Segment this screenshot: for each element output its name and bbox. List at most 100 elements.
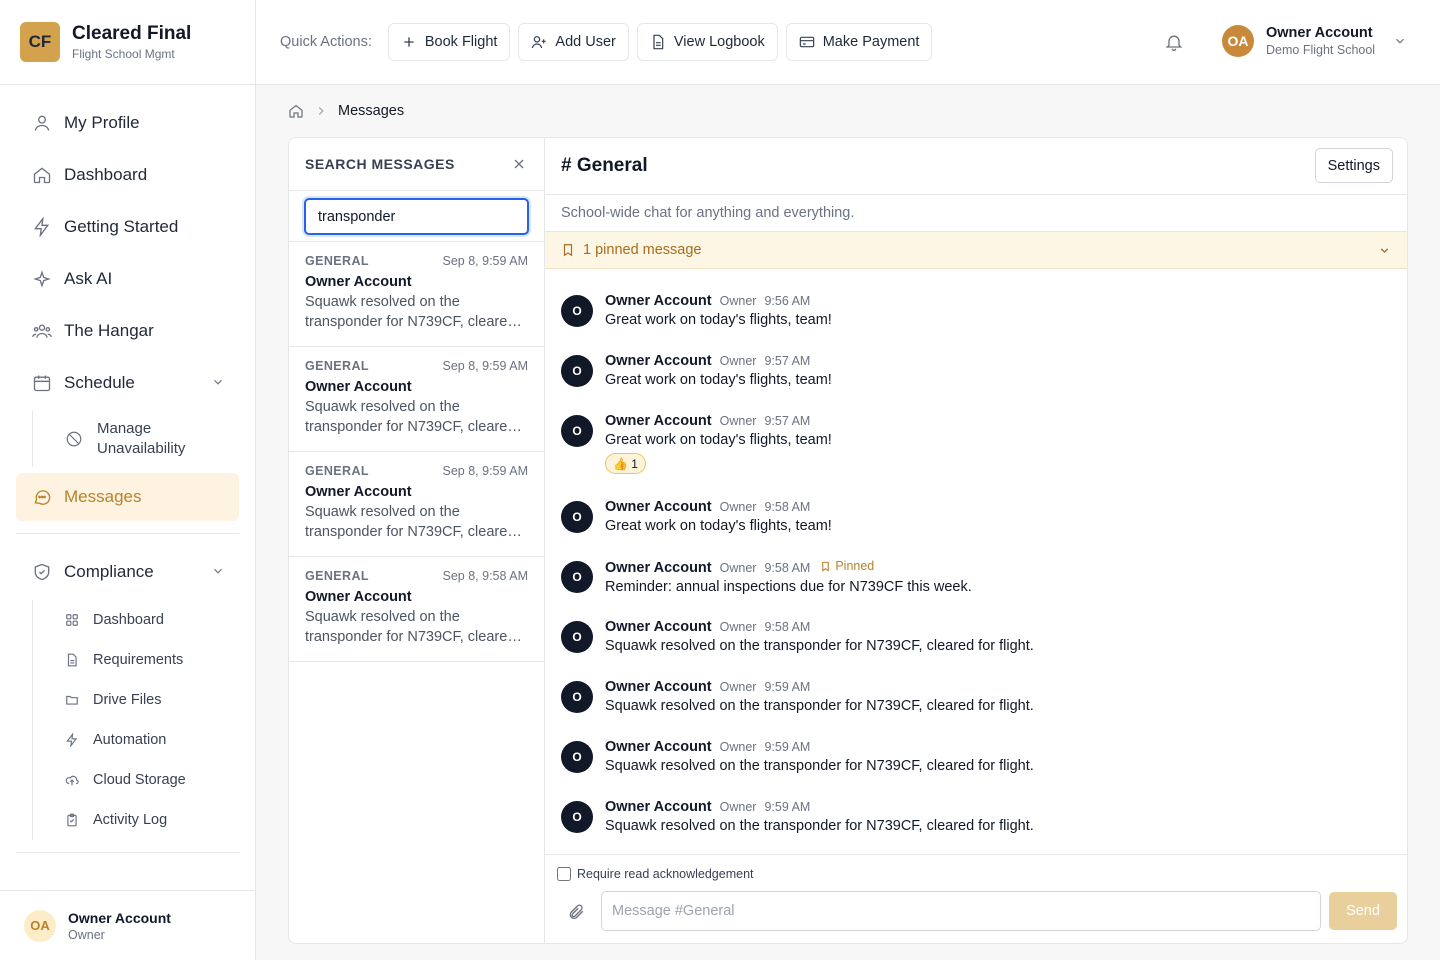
reaction-thumbs-up[interactable]: 👍 1 [605,453,646,474]
message-author: Owner Account [605,739,712,755]
send-button[interactable]: Send [1329,892,1397,930]
result-line: Squawk resolved on the [305,294,460,310]
users-icon [32,321,52,341]
avatar: O [561,501,593,533]
nav-item-dashboard[interactable]: Dashboard [16,151,239,199]
result-author: Owner Account [305,379,412,395]
clipboard-icon [65,813,79,827]
search-result[interactable]: GENERAL Sep 8, 9:59 AM Owner Account Squa… [289,452,544,557]
nav-divider [16,852,239,853]
avatar: O [561,415,593,447]
nav-item-drive-files[interactable]: Drive Files [49,680,239,720]
read-ack-checkbox[interactable] [557,867,571,881]
user-role: Owner [68,927,105,942]
chat-icon [32,487,52,507]
book-flight-button[interactable]: Book Flight [387,23,511,61]
button-label: View Logbook [673,34,765,50]
message-time: 9:58 AM [764,500,811,514]
button-label: Book Flight [424,34,498,50]
message: O Owner Account Owner 9:59 AM Squawk resol… [561,739,1034,774]
document-icon [65,653,79,667]
nav-label: Ask AI [64,269,113,288]
bolt-icon [65,733,79,747]
search-result[interactable]: GENERAL Sep 8, 9:59 AM Owner Account Squa… [289,242,544,347]
chevron-down-icon[interactable] [211,375,225,389]
ban-icon [65,430,83,448]
chevron-down-icon [1378,244,1391,257]
nav-item-requirements[interactable]: Requirements [49,640,239,680]
user-name: Owner Account [1266,25,1373,41]
avatar: O [561,621,593,653]
search-box [289,191,544,242]
sidebar-user[interactable]: OA Owner Account Owner [0,890,255,960]
nav-label: The Hangar [64,321,154,340]
nav-item-getting-started[interactable]: Getting Started [16,203,239,251]
result-time: Sep 8, 9:59 AM [442,464,528,478]
result-line: transponder for N739CF, cleared for flig… [305,629,529,645]
nav-item-ask-ai[interactable]: Ask AI [16,255,239,303]
message: O Owner Account Owner 9:57 AM Great work o… [561,353,832,388]
message-time: 9:58 AM [764,620,811,634]
nav-item-activity-log[interactable]: Activity Log [49,800,239,840]
message-time: 9:59 AM [764,740,811,754]
avatar: O [561,741,593,773]
message-role: Owner [719,800,757,814]
breadcrumb: Messages [288,101,404,121]
quick-actions-label: Quick Actions: [280,34,372,50]
bell-icon[interactable] [1164,32,1184,52]
shield-icon [32,562,52,582]
result-line: Squawk resolved on the [305,609,460,625]
nav-item-cloud-storage[interactable]: Cloud Storage [49,760,239,800]
result-text: Squawk resolved on the transponder for N7… [305,502,529,542]
pinned-messages-bar[interactable]: 1 pinned message [545,232,1407,269]
message-time: 9:57 AM [764,354,811,368]
add-user-button[interactable]: Add User [518,23,629,61]
nav-item-schedule[interactable]: Schedule [16,359,239,407]
chat-panel: # General Settings School-wide chat for … [545,138,1407,943]
search-panel: SEARCH MESSAGES GENERAL Sep 8, 9:59 AM Ow… [289,138,545,943]
result-channel: GENERAL [305,569,369,583]
home-icon[interactable] [288,103,304,119]
sidebar: CF Cleared Final Flight School Mgmt My P… [0,0,256,960]
message-role: Owner [719,414,757,428]
nav-label: My Profile [64,113,140,132]
message-list[interactable]: O Owner Account Owner 9:56 AM Great work o… [545,269,1407,856]
search-result[interactable]: GENERAL Sep 8, 9:59 AM Owner Account Squa… [289,347,544,452]
nav-item-messages[interactable]: Messages [16,473,239,521]
paperclip-icon[interactable] [567,903,585,921]
message-input[interactable] [601,891,1321,931]
nav-item-automation[interactable]: Automation [49,720,239,760]
result-author: Owner Account [305,274,412,290]
compliance-submenu: Dashboard Requirements Drive Files Autom… [32,600,239,840]
avatar: OA [24,909,56,942]
user-name: Owner Account [68,909,171,926]
message-author: Owner Account [605,293,712,309]
nav-item-compliance-dashboard[interactable]: Dashboard [49,600,239,640]
result-author: Owner Account [305,589,412,605]
make-payment-button[interactable]: Make Payment [785,23,933,61]
close-icon[interactable] [511,156,527,172]
nav-label: Drive Files [93,692,162,708]
nav-item-the-hangar[interactable]: The Hangar [16,307,239,355]
settings-button[interactable]: Settings [1314,148,1393,183]
user-menu[interactable]: OA Owner Account Demo Flight School [1222,25,1407,57]
nav-label: Activity Log [93,812,168,828]
search-result[interactable]: GENERAL Sep 8, 9:58 AM Owner Account Squa… [289,557,544,662]
messages-panel: SEARCH MESSAGES GENERAL Sep 8, 9:59 AM Ow… [288,137,1408,944]
main-nav: My Profile Dashboard Getting Started Ask… [0,85,255,853]
message-time: 9:59 AM [764,800,811,814]
chevron-down-icon[interactable] [211,564,225,578]
nav-item-my-profile[interactable]: My Profile [16,99,239,147]
result-time: Sep 8, 9:58 AM [442,569,528,583]
brand-logo: CF [20,22,60,62]
message-author: Owner Account [605,799,712,815]
view-logbook-button[interactable]: View Logbook [636,23,778,61]
read-ack-toggle[interactable]: Require read acknowledgement [557,867,754,881]
message-composer: Require read acknowledgement Send [545,854,1407,943]
nav-item-manage-unavailability[interactable]: Manage Unavailability [49,411,239,467]
nav-label: Automation [93,732,167,748]
search-input[interactable] [304,198,529,235]
nav-item-compliance[interactable]: Compliance [16,548,239,596]
message-role: Owner [719,740,757,754]
nav-label: Cloud Storage [93,772,186,788]
